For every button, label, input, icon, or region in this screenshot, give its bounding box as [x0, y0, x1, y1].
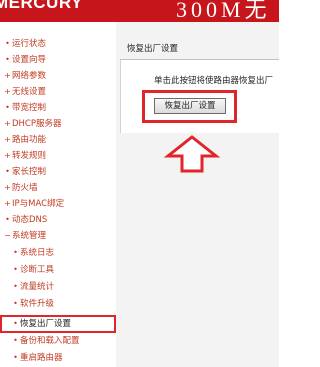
bullet-icon: •	[13, 336, 18, 345]
sidebar-item-network[interactable]: + 网络参数	[4, 68, 46, 84]
main-content: 恢复出厂设置 单击此按钮将使路由器恢复出厂 恢复出厂设置	[116, 22, 280, 367]
sidebar-item-label: 运行状态	[12, 39, 47, 49]
sidebar-item-traffic[interactable]: • 流量统计	[12, 279, 54, 295]
sidebar-item-ddns[interactable]: • 动态DNS	[4, 212, 47, 228]
bullet-icon: +	[4, 119, 11, 128]
sidebar-item-label: 家长控制	[12, 167, 47, 177]
sidebar-item-label: 网络参数	[12, 71, 47, 81]
sidebar-item-label: 设置向导	[12, 55, 47, 65]
sidebar-item-ip-mac[interactable]: + IP与MAC绑定	[4, 196, 64, 212]
bullet-icon: •	[13, 353, 18, 362]
sidebar-item-label: 转发规则	[12, 151, 47, 161]
sidebar-item-label: 动态DNS	[12, 215, 48, 225]
bullet-icon: •	[13, 319, 18, 328]
bullet-icon: −	[4, 231, 11, 240]
sidebar-item-routing[interactable]: + 路由功能	[4, 132, 46, 148]
sidebar-item-wireless[interactable]: + 无线设置	[4, 84, 46, 100]
bullet-icon: +	[4, 87, 11, 96]
sidebar-item-backup[interactable]: • 备份和载入配置	[12, 333, 80, 349]
sidebar-item-label: 防火墙	[12, 183, 38, 193]
bullet-icon: •	[13, 282, 18, 291]
reset-description: 单击此按钮将使路由器恢复出厂	[154, 76, 274, 86]
sidebar-item-label: 带宽控制	[12, 103, 47, 113]
sidebar-item-upgrade[interactable]: • 软件升级	[12, 296, 54, 312]
bullet-icon: •	[13, 248, 18, 257]
bullet-icon: +	[4, 199, 11, 208]
sidebar-item-bandwidth[interactable]: • 带宽控制	[4, 100, 46, 116]
sidebar-item-reboot[interactable]: • 重启路由器	[12, 350, 63, 366]
sidebar-item-label: 无线设置	[12, 87, 47, 97]
page-title: 恢复出厂设置	[127, 44, 179, 54]
sidebar-item-label: 软件升级	[20, 299, 55, 309]
bullet-icon: +	[4, 135, 11, 144]
sidebar-item-forwarding[interactable]: + 转发规则	[4, 148, 46, 164]
sidebar-item-label: 诊断工具	[20, 265, 55, 275]
sidebar-item-label: 重启路由器	[20, 353, 63, 363]
bullet-icon: •	[5, 167, 10, 176]
bullet-icon: +	[4, 71, 11, 80]
sidebar-item-label: 系统管理	[12, 231, 47, 241]
factory-reset-button[interactable]: 恢复出厂设置	[154, 98, 226, 114]
sidebar-item-factory-reset[interactable]: • 恢复出厂设置	[0, 315, 116, 333]
bullet-icon: •	[13, 265, 18, 274]
sidebar-item-syslog[interactable]: • 系统日志	[12, 245, 54, 261]
sidebar-item-firewall[interactable]: + 防火墙	[4, 180, 38, 196]
bullet-icon: +	[4, 183, 11, 192]
bullet-icon: •	[5, 103, 10, 112]
bullet-icon: •	[5, 215, 10, 224]
sidebar-menu: • 运行状态 • 设置向导 + 网络参数 + 无线设置 • 带宽控制 + DHC…	[0, 22, 116, 367]
bullet-icon: •	[5, 55, 10, 64]
sidebar-item-diagnostics[interactable]: • 诊断工具	[12, 262, 54, 278]
sidebar-item-parental[interactable]: • 家长控制	[4, 164, 46, 180]
brand-logo: MERCURY	[0, 0, 83, 12]
bullet-icon: •	[13, 299, 18, 308]
sidebar-item-label: 路由功能	[12, 135, 47, 145]
sidebar-item-label: IP与MAC绑定	[12, 199, 65, 209]
sidebar-item-dhcp[interactable]: + DHCP服务器	[4, 116, 62, 132]
sidebar-item-label: 恢复出厂设置	[20, 319, 72, 329]
sidebar-item-label: 备份和载入配置	[20, 336, 80, 346]
sidebar-item-system[interactable]: − 系统管理	[4, 228, 46, 244]
sidebar-item-label: 流量统计	[20, 282, 55, 292]
sidebar-item-status[interactable]: • 运行状态	[4, 36, 46, 52]
header-bar: MERCURY 300M无	[0, 0, 279, 22]
bullet-icon: +	[4, 151, 11, 160]
model-title: 300M无	[176, 0, 271, 22]
sidebar-item-label: 系统日志	[20, 248, 55, 258]
bullet-icon: •	[5, 39, 10, 48]
sidebar-item-setup-wizard[interactable]: • 设置向导	[4, 52, 46, 68]
up-arrow-icon	[164, 135, 220, 173]
sidebar-item-label: DHCP服务器	[12, 119, 62, 129]
